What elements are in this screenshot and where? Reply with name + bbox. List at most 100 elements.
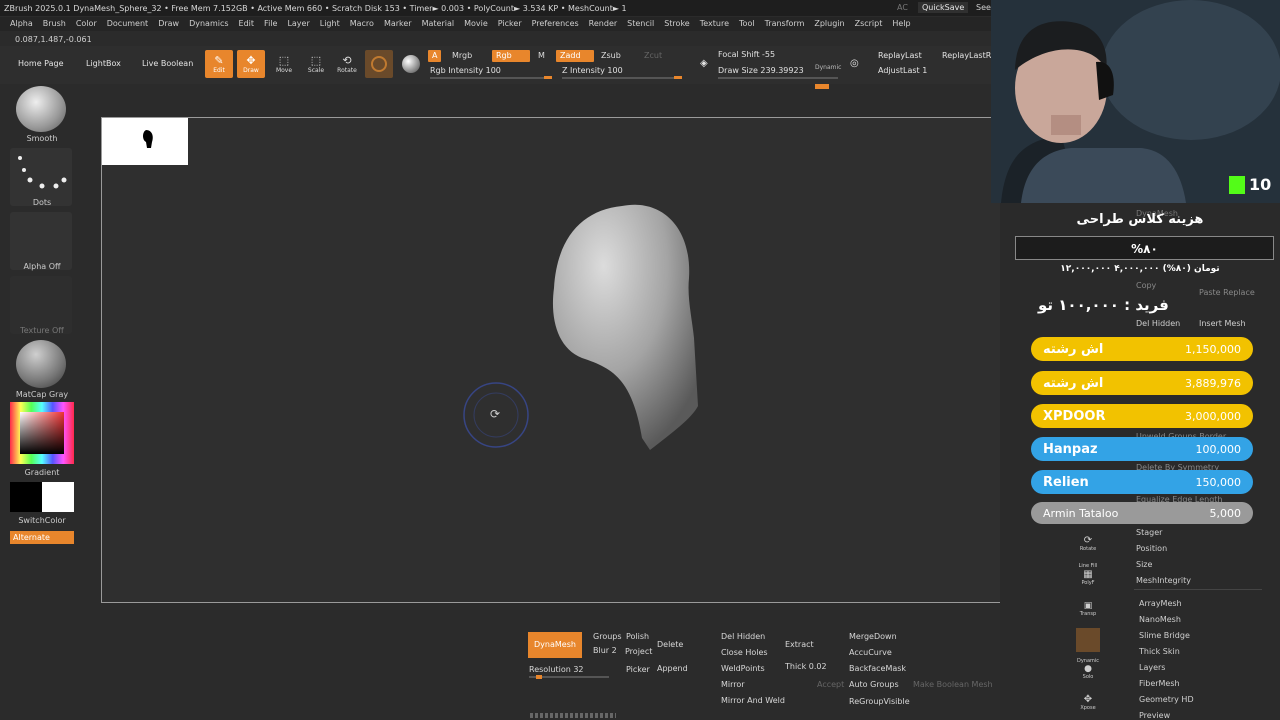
alternate-button[interactable]: Alternate <box>10 531 74 544</box>
live-boolean-button[interactable]: Live Boolean <box>142 59 193 68</box>
menu-dynamics[interactable]: Dynamics <box>189 17 228 31</box>
primary-color-swatch[interactable] <box>10 482 42 512</box>
menu-zscript[interactable]: Zscript <box>855 17 883 31</box>
project-toggle[interactable]: Project <box>625 647 652 656</box>
menu-render[interactable]: Render <box>589 17 617 31</box>
menu-document[interactable]: Document <box>107 17 148 31</box>
picker-button[interactable]: Picker <box>626 665 650 674</box>
quicksave-button[interactable]: QuickSave <box>918 2 969 13</box>
color-picker[interactable] <box>10 402 74 464</box>
resolution-thumb[interactable] <box>536 675 542 679</box>
groups-toggle[interactable]: Groups <box>593 632 622 641</box>
blur-slider[interactable]: Blur 2 <box>593 646 617 655</box>
menu-material[interactable]: Material <box>422 17 455 31</box>
slime-bridge-section[interactable]: Slime Bridge <box>1139 631 1190 640</box>
menu-picker[interactable]: Picker <box>498 17 522 31</box>
backface-mask-toggle[interactable]: BackfaceMask <box>849 664 906 673</box>
menu-draw[interactable]: Draw <box>158 17 179 31</box>
move-mode-button[interactable]: ⬚ Move <box>270 50 298 78</box>
z-intensity-track[interactable] <box>562 77 682 79</box>
menu-macro[interactable]: Macro <box>350 17 374 31</box>
fibermesh-section[interactable]: FiberMesh <box>1139 679 1180 688</box>
copy-button[interactable]: Copy <box>1136 281 1156 290</box>
rgb-intensity-slider[interactable]: Rgb Intensity 100 <box>430 66 501 75</box>
merge-down-button[interactable]: MergeDown <box>849 632 897 641</box>
regroup-visible-button[interactable]: ReGroupVisible <box>849 697 910 706</box>
transp-button[interactable]: ▣ Transp <box>1076 601 1100 623</box>
del-hidden-button[interactable]: Del Hidden <box>721 632 765 641</box>
arraymesh-section[interactable]: ArrayMesh <box>1139 599 1182 608</box>
paste-replace-button[interactable]: Paste Replace <box>1199 288 1255 297</box>
menu-file[interactable]: File <box>264 17 277 31</box>
focal-shift-slider[interactable]: Focal Shift -55 <box>718 50 775 59</box>
draw-mode-button[interactable]: ✥ Draw <box>237 50 265 78</box>
menu-tool[interactable]: Tool <box>739 17 755 31</box>
sphere-brush-button[interactable] <box>397 50 425 78</box>
ghost-button[interactable] <box>1076 628 1100 652</box>
mirror-and-weld-button[interactable]: Mirror And Weld <box>721 696 785 705</box>
menu-edit[interactable]: Edit <box>239 17 255 31</box>
append-button[interactable]: Append <box>657 664 688 673</box>
zcut-toggle[interactable]: Zcut <box>640 50 666 62</box>
rgb-intensity-track[interactable] <box>430 77 550 79</box>
xpose-button[interactable]: ✥ Xpose <box>1076 694 1100 718</box>
rgb-toggle[interactable]: Rgb <box>492 50 530 62</box>
m-toggle[interactable]: M <box>534 50 549 62</box>
a-toggle[interactable]: A <box>428 50 442 62</box>
bottom-scroll-handle[interactable] <box>530 713 616 718</box>
material-swatch-button[interactable] <box>365 50 393 78</box>
canvas-viewport[interactable]: ⟳ <box>101 117 1044 603</box>
menu-movie[interactable]: Movie <box>464 17 488 31</box>
make-boolean-mesh-button[interactable]: Make Boolean Mesh <box>913 680 993 689</box>
zadd-toggle[interactable]: Zadd <box>556 50 594 62</box>
scale-mode-button[interactable]: ⬚ Scale <box>302 50 330 78</box>
z-intensity-slider[interactable]: Z Intensity 100 <box>562 66 623 75</box>
mrgb-toggle[interactable]: Mrgb <box>448 50 476 62</box>
right-del-hidden-button[interactable]: Del Hidden <box>1136 319 1180 328</box>
polish-toggle[interactable]: Polish <box>626 632 649 641</box>
geometry-hd-section[interactable]: Geometry HD <box>1139 695 1194 704</box>
lightbox-button[interactable]: LightBox <box>86 59 121 68</box>
rotate-view-button[interactable]: ⟳ Rotate <box>1076 535 1100 557</box>
delete-button[interactable]: Delete <box>657 640 683 649</box>
see-through-button[interactable]: See <box>976 3 991 12</box>
dynamesh-button[interactable]: DynaMesh <box>528 632 582 658</box>
size-button[interactable]: Size <box>1136 560 1152 569</box>
home-page-button[interactable]: Home Page <box>18 59 64 68</box>
menu-stroke[interactable]: Stroke <box>664 17 690 31</box>
thick-skin-section[interactable]: Thick Skin <box>1139 647 1180 656</box>
rotate-mode-button[interactable]: ⟲ Rotate <box>333 50 361 78</box>
position-button[interactable]: Position <box>1136 544 1167 553</box>
menu-stencil[interactable]: Stencil <box>627 17 654 31</box>
mesh-integrity-button[interactable]: MeshIntegrity <box>1136 576 1191 585</box>
mirror-button[interactable]: Mirror <box>721 680 745 689</box>
accu-curve-toggle[interactable]: AccuCurve <box>849 648 892 657</box>
thick-slider[interactable]: Thick 0.02 <box>785 662 827 671</box>
close-holes-button[interactable]: Close Holes <box>721 648 768 657</box>
draw-size-track[interactable] <box>718 77 838 79</box>
edit-mode-button[interactable]: ✎ Edit <box>205 50 233 78</box>
z-intensity-thumb[interactable] <box>674 76 682 79</box>
auto-groups-button[interactable]: Auto Groups <box>849 680 899 689</box>
menu-alpha[interactable]: Alpha <box>10 17 33 31</box>
accept-button[interactable]: Accept <box>817 680 844 689</box>
nanomesh-section[interactable]: NanoMesh <box>1139 615 1181 624</box>
solo-button[interactable]: Dynamic ● Solo <box>1076 658 1100 688</box>
draw-size-slider[interactable]: Draw Size 239.39923 <box>718 66 804 75</box>
secondary-color-swatch[interactable] <box>42 482 74 512</box>
menu-color[interactable]: Color <box>76 17 97 31</box>
preview-section[interactable]: Preview <box>1139 711 1170 720</box>
menu-preferences[interactable]: Preferences <box>532 17 579 31</box>
replay-last-button[interactable]: ReplayLast <box>878 51 922 60</box>
menu-light[interactable]: Light <box>320 17 340 31</box>
menu-brush[interactable]: Brush <box>43 17 66 31</box>
rgb-intensity-thumb[interactable] <box>544 76 552 79</box>
menu-help[interactable]: Help <box>892 17 910 31</box>
color-picker-square[interactable] <box>20 412 64 454</box>
layers-section[interactable]: Layers <box>1139 663 1165 672</box>
menu-texture[interactable]: Texture <box>700 17 729 31</box>
resolution-slider[interactable]: Resolution 32 <box>529 665 584 674</box>
menu-layer[interactable]: Layer <box>287 17 309 31</box>
replay-last-rel-button[interactable]: ReplayLastRel <box>942 51 998 60</box>
insert-mesh-button[interactable]: Insert Mesh <box>1199 319 1246 328</box>
